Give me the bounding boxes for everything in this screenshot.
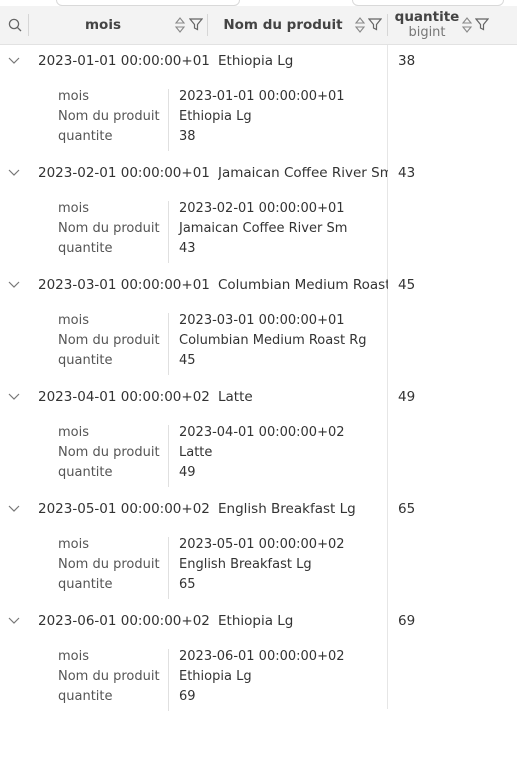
detail-label-produit: Nom du produit [58,669,160,684]
filter-icon[interactable] [189,17,203,31]
header-quantite-label: quantite [394,9,460,25]
cell-quantite: 43 [398,165,416,181]
detail-label-quantite: quantite [58,241,113,256]
detail-label-quantite: quantite [58,465,113,480]
sort-icon[interactable] [174,16,186,34]
detail-label-mois: mois [58,425,90,440]
detail-value-quantite: 65 [179,577,196,592]
table-row[interactable]: 2023-01-01 00:00:00+01 Ethiopia Lg 38 mo… [0,45,517,157]
detail-label-produit: Nom du produit [58,557,160,572]
cell-produit: Ethiopia Lg [218,613,294,629]
detail-value-mois: 2023-06-01 00:00:00+02 [179,649,345,664]
table-row[interactable]: 2023-05-01 00:00:00+02 English Breakfast… [0,493,517,605]
detail-label-mois: mois [58,89,90,104]
detail-label-produit: Nom du produit [58,333,160,348]
sort-icon[interactable] [461,16,473,34]
detail-value-produit: Ethiopia Lg [179,109,252,124]
detail-label-produit: Nom du produit [58,445,160,460]
detail-divider [168,649,169,711]
header-mois[interactable]: mois [30,6,176,44]
detail-value-quantite: 69 [179,689,196,704]
detail-value-quantite: 38 [179,129,196,144]
cell-mois: 2023-01-01 00:00:00+01 [38,53,210,69]
cell-mois: 2023-06-01 00:00:00+02 [38,613,210,629]
detail-value-mois: 2023-02-01 00:00:00+01 [179,201,345,216]
table-row[interactable]: 2023-02-01 00:00:00+01 Jamaican Coffee R… [0,157,517,269]
detail-label-mois: mois [58,649,90,664]
table-body: 2023-01-01 00:00:00+01 Ethiopia Lg 38 mo… [0,45,517,717]
table-row[interactable]: 2023-04-01 00:00:00+02 Latte 49 mois 202… [0,381,517,493]
detail-value-mois: 2023-03-01 00:00:00+01 [179,313,345,328]
filter-icon[interactable] [368,17,382,31]
detail-label-mois: mois [58,537,90,552]
table-row[interactable]: 2023-06-01 00:00:00+02 Ethiopia Lg 69 mo… [0,605,517,717]
detail-value-produit: English Breakfast Lg [179,557,312,572]
cell-quantite: 49 [398,389,416,405]
cell-produit: Columbian Medium Roast R [218,277,388,293]
cell-mois: 2023-04-01 00:00:00+02 [38,389,210,405]
table-header: mois Nom du produit quantite bigint [0,6,517,45]
header-mois-label: mois [84,17,121,33]
detail-value-quantite: 43 [179,241,196,256]
filter-icon[interactable] [475,17,489,31]
detail-label-produit: Nom du produit [58,221,160,236]
table-row[interactable]: 2023-03-01 00:00:00+01 Columbian Medium … [0,269,517,381]
cell-produit: Ethiopia Lg [218,53,294,69]
chevron-down-icon[interactable] [8,281,20,289]
detail-label-quantite: quantite [58,129,113,144]
header-divider [387,14,388,36]
header-produit-label: Nom du produit [223,17,343,33]
cell-quantite: 38 [398,53,416,69]
detail-value-produit: Ethiopia Lg [179,669,252,684]
detail-value-quantite: 45 [179,353,196,368]
chevron-down-icon[interactable] [8,393,20,401]
detail-label-quantite: quantite [58,577,113,592]
detail-divider [168,425,169,487]
cell-mois: 2023-03-01 00:00:00+01 [38,277,210,293]
cell-quantite: 69 [398,613,416,629]
cell-produit: English Breakfast Lg [218,501,356,517]
detail-label-mois: mois [58,313,90,328]
header-produit[interactable]: Nom du produit [210,6,356,44]
cell-mois: 2023-02-01 00:00:00+01 [38,165,210,181]
header-divider [28,14,29,36]
chevron-down-icon[interactable] [8,57,20,65]
chevron-down-icon[interactable] [8,505,20,513]
detail-value-produit: Latte [179,445,213,460]
cell-mois: 2023-05-01 00:00:00+02 [38,501,210,517]
detail-value-mois: 2023-05-01 00:00:00+02 [179,537,345,552]
chevron-down-icon[interactable] [8,617,20,625]
cell-produit: Jamaican Coffee River Sm [218,165,388,181]
chevron-down-icon[interactable] [8,169,20,177]
detail-divider [168,313,169,375]
cell-quantite: 65 [398,501,416,517]
sort-icon[interactable] [354,16,366,34]
cell-produit: Latte [218,389,253,405]
detail-value-mois: 2023-04-01 00:00:00+02 [179,425,345,440]
detail-value-produit: Jamaican Coffee River Sm [179,221,348,236]
detail-label-quantite: quantite [58,353,113,368]
header-quantite[interactable]: quantite bigint [392,6,462,44]
detail-divider [168,201,169,263]
search-icon[interactable] [8,18,22,32]
header-quantite-type: bigint [408,25,446,40]
detail-value-quantite: 49 [179,465,196,480]
cell-quantite: 45 [398,277,416,293]
detail-label-mois: mois [58,201,90,216]
detail-divider [168,537,169,599]
detail-value-produit: Columbian Medium Roast Rg [179,333,367,348]
detail-divider [168,89,169,151]
header-divider [207,14,208,36]
detail-label-produit: Nom du produit [58,109,160,124]
detail-label-quantite: quantite [58,689,113,704]
detail-value-mois: 2023-01-01 00:00:00+01 [179,89,345,104]
